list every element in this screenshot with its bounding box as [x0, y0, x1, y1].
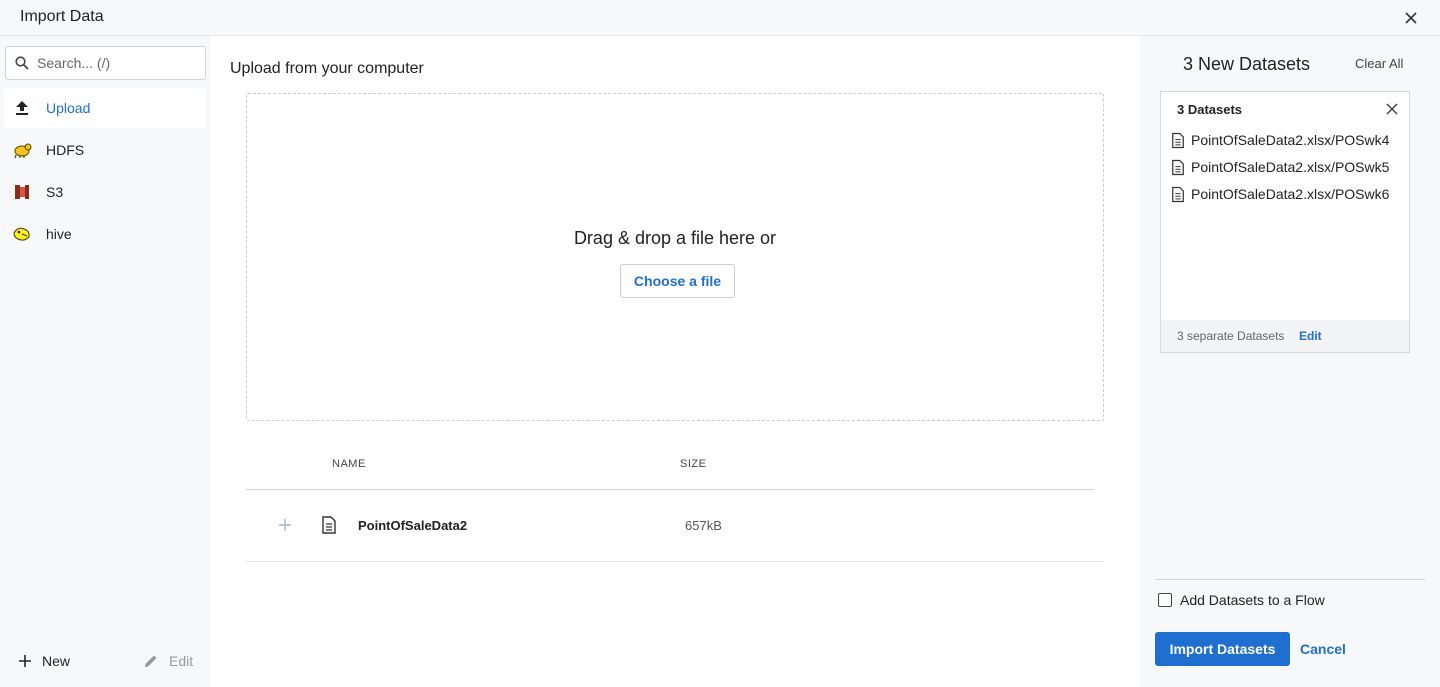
choose-file-button[interactable]: Choose a file [620, 264, 735, 298]
table-row: PointOfSaleData2 657kB [246, 490, 1104, 562]
sidebar: Upload HDFS S3 hive New [0, 36, 210, 687]
edit-label: Edit [169, 653, 194, 669]
search-input[interactable] [37, 53, 197, 73]
pencil-icon [145, 655, 157, 667]
column-header-size: SIZE [680, 458, 707, 470]
separate-datasets-text: 3 separate Datasets [1177, 329, 1285, 343]
dataset-name: PointOfSaleData2.xlsx/POSwk6 [1191, 186, 1390, 202]
upload-icon [16, 101, 28, 115]
search-box[interactable] [5, 46, 206, 80]
clear-all-button[interactable]: Clear All [1355, 56, 1403, 71]
add-to-flow-label: Add Datasets to a Flow [1180, 592, 1325, 608]
sidebar-item-label: Upload [46, 100, 91, 116]
dataset-name: PointOfSaleData2.xlsx/POSwk4 [1191, 132, 1390, 148]
file-icon [1172, 159, 1184, 175]
sidebar-item-hdfs[interactable]: HDFS [4, 130, 206, 170]
expand-plus-icon[interactable] [278, 518, 292, 532]
dataset-item: PointOfSaleData2.xlsx/POSwk5 [1171, 157, 1389, 177]
new-label: New [42, 653, 71, 669]
hdfs-icon [14, 143, 32, 159]
file-icon [322, 516, 336, 534]
hive-icon [13, 227, 30, 241]
dataset-item: PointOfSaleData2.xlsx/POSwk6 [1171, 184, 1389, 204]
sidebar-item-label: HDFS [46, 142, 85, 158]
dataset-name: PointOfSaleData2.xlsx/POSwk5 [1191, 159, 1390, 175]
dropzone-text: Drag & drop a file here or [573, 228, 777, 248]
datasets-card: 3 Datasets PointOfSaleData2.xlsx/POSwk4 … [1160, 91, 1410, 353]
title-bar: Import Data [0, 0, 1440, 36]
column-header-name: NAME [332, 458, 366, 470]
checkbox-box[interactable] [1158, 593, 1172, 607]
new-datasets-title: 3 New Datasets [1183, 54, 1311, 74]
footer-divider [1155, 579, 1425, 580]
datasets-card-footer: 3 separate Datasets Edit [1161, 320, 1409, 352]
sidebar-item-hive[interactable]: hive [4, 214, 206, 254]
file-name: PointOfSaleData2 [358, 518, 468, 533]
s3-icon [15, 185, 29, 199]
file-icon [1172, 132, 1184, 148]
datasets-card-title: 3 Datasets [1177, 102, 1243, 117]
sidebar-item-upload[interactable]: Upload [4, 88, 206, 128]
right-panel: 3 New Datasets Clear All 3 Datasets Poin… [1140, 36, 1440, 687]
file-icon [1172, 186, 1184, 202]
add-to-flow-checkbox[interactable]: Add Datasets to a Flow [1158, 592, 1325, 608]
sidebar-item-s3[interactable]: S3 [4, 172, 206, 212]
close-icon[interactable] [1385, 102, 1399, 116]
import-datasets-button[interactable]: Import Datasets [1155, 632, 1290, 666]
edit-button[interactable]: Edit [143, 653, 193, 669]
sidebar-footer: New Edit [0, 641, 210, 687]
dataset-item: PointOfSaleData2.xlsx/POSwk4 [1171, 130, 1389, 150]
file-dropzone[interactable]: Drag & drop a file here or Choose a file [246, 93, 1104, 421]
file-size: 657kB [685, 518, 722, 533]
window-title: Import Data [20, 8, 104, 25]
close-icon[interactable] [1402, 9, 1420, 27]
datasets-edit-link[interactable]: Edit [1299, 329, 1322, 343]
search-icon [15, 56, 29, 70]
sidebar-item-label: S3 [46, 184, 64, 200]
cancel-button[interactable]: Cancel [1300, 641, 1346, 657]
sidebar-item-label: hive [46, 226, 72, 242]
plus-icon [19, 655, 31, 667]
new-button[interactable]: New [18, 653, 70, 669]
page-title: Upload from your computer [230, 60, 424, 77]
